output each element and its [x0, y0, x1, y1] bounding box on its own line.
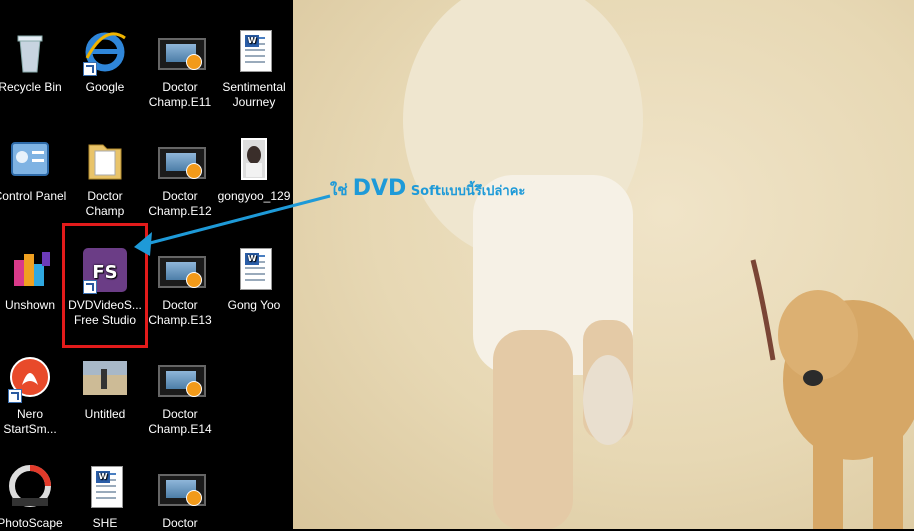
annotation-strong: DVD	[352, 176, 407, 201]
annotation-arrow	[134, 194, 331, 256]
annotation-suffix: Softแบบนี้รึเปล่าคะ	[406, 184, 526, 199]
annotation-text: ใช่ DVD Softแบบนี้รึเปล่าคะ	[330, 176, 525, 202]
annotation-prefix: ใช่	[330, 181, 353, 199]
